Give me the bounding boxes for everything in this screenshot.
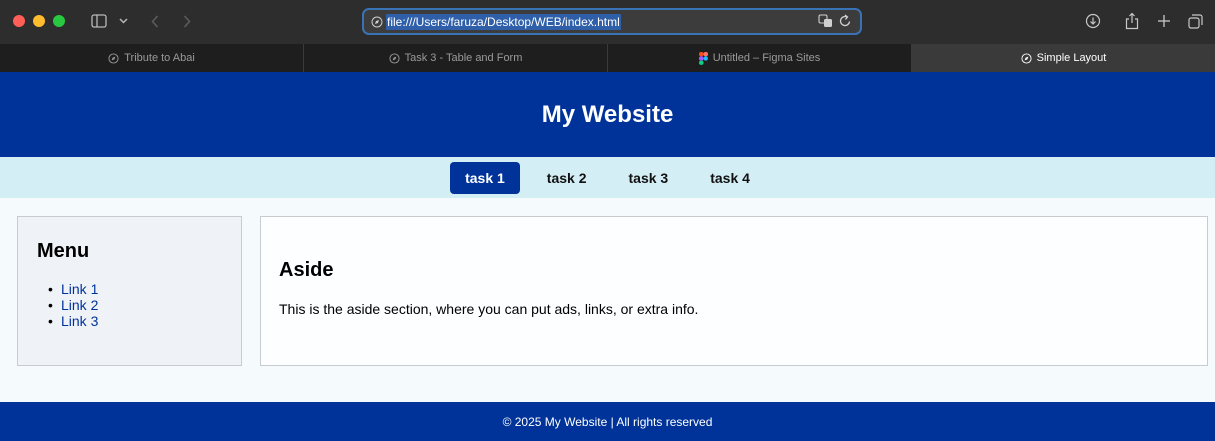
compass-icon bbox=[1021, 52, 1032, 64]
figma-icon bbox=[698, 51, 708, 65]
nav-link-task-1[interactable]: task 1 bbox=[450, 161, 520, 194]
browser-tab-bar: Tribute to Abai Task 3 - Table and Form … bbox=[0, 44, 1215, 72]
aside-section: Aside This is the aside section, where y… bbox=[260, 216, 1208, 366]
address-bar[interactable]: file:///Users/faruza/Desktop/WEB/index.h… bbox=[362, 8, 862, 35]
site-header: My Website bbox=[0, 72, 1215, 157]
footer-copyright: © 2025 My Website | All rights reserved bbox=[502, 414, 713, 429]
browser-tab-label: Untitled – Figma Sites bbox=[712, 52, 821, 64]
menu-title: Menu bbox=[37, 240, 90, 262]
back-arrow-icon[interactable] bbox=[148, 10, 162, 32]
forward-arrow-icon[interactable] bbox=[180, 10, 194, 32]
compass-icon bbox=[108, 52, 119, 64]
browser-tab[interactable]: Task 3 - Table and Form bbox=[304, 44, 608, 72]
browser-tab-label: Tribute to Abai bbox=[124, 52, 195, 64]
menu-sidebar: Menu Link 1 Link 2 Link 3 bbox=[17, 216, 242, 366]
browser-tab-active[interactable]: Simple Layout bbox=[912, 44, 1215, 72]
menu-link-list: Link 1 Link 2 Link 3 bbox=[48, 281, 98, 329]
nav-link-task-4[interactable]: task 4 bbox=[695, 162, 765, 194]
reload-icon[interactable] bbox=[839, 14, 852, 33]
close-window-button[interactable] bbox=[13, 15, 25, 27]
chevron-down-icon[interactable] bbox=[117, 10, 129, 32]
menu-link-3[interactable]: Link 3 bbox=[48, 313, 98, 329]
browser-tab-label: Task 3 - Table and Form bbox=[404, 52, 523, 64]
aside-title: Aside bbox=[279, 259, 334, 281]
download-icon[interactable] bbox=[1084, 10, 1102, 32]
sidebar-toggle-icon[interactable] bbox=[88, 10, 110, 32]
url-text[interactable]: file:///Users/faruza/Desktop/WEB/index.h… bbox=[386, 14, 621, 30]
site-title: My Website bbox=[541, 100, 674, 128]
compass-icon bbox=[371, 15, 383, 33]
main-nav: task 1 task 2 task 3 task 4 bbox=[0, 157, 1215, 198]
aside-text: This is the aside section, where you can… bbox=[279, 301, 699, 317]
browser-tab[interactable]: Tribute to Abai bbox=[0, 44, 304, 72]
new-tab-plus-icon[interactable] bbox=[1156, 10, 1172, 32]
browser-tab-label: Simple Layout bbox=[1036, 52, 1107, 64]
nav-link-task-2[interactable]: task 2 bbox=[532, 162, 602, 194]
compass-icon bbox=[389, 52, 400, 64]
site-footer: © 2025 My Website | All rights reserved bbox=[0, 402, 1215, 441]
share-icon[interactable] bbox=[1123, 10, 1141, 32]
minimize-window-button[interactable] bbox=[33, 15, 45, 27]
browser-toolbar: file:///Users/faruza/Desktop/WEB/index.h… bbox=[0, 0, 1215, 44]
nav-link-task-3[interactable]: task 3 bbox=[614, 162, 684, 194]
menu-link-1[interactable]: Link 1 bbox=[48, 281, 98, 297]
zoom-window-button[interactable] bbox=[53, 15, 65, 27]
menu-link-2[interactable]: Link 2 bbox=[48, 297, 98, 313]
browser-tab[interactable]: Untitled – Figma Sites bbox=[608, 44, 912, 72]
tab-overview-icon[interactable] bbox=[1187, 10, 1203, 32]
translate-icon[interactable] bbox=[818, 14, 834, 33]
